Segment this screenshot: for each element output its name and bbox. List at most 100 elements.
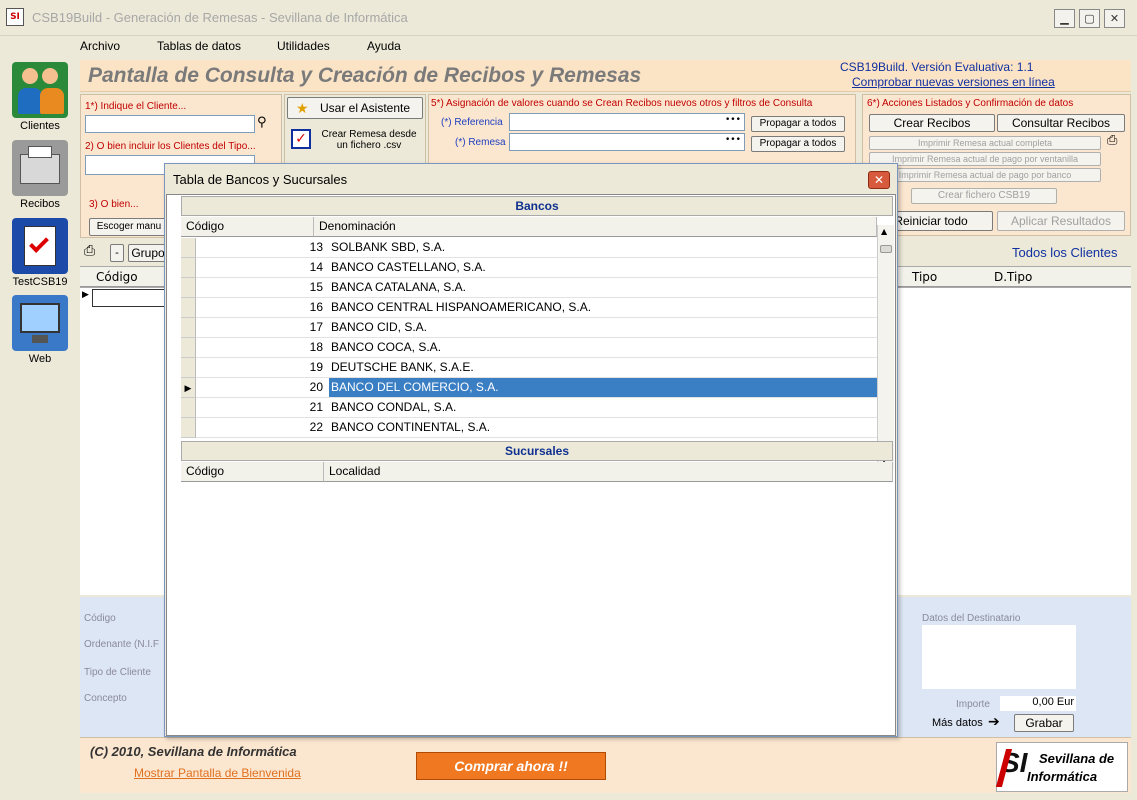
row-indicator[interactable] (181, 338, 196, 358)
destinatario-label: Datos del Destinatario (922, 613, 1021, 624)
imprimir-completa-button[interactable]: Imprimir Remesa actual completa (869, 136, 1101, 150)
row-indicator[interactable]: ▶ (181, 378, 196, 398)
assign-panel: 5*) Asignación de valores cuando se Crea… (428, 94, 856, 166)
imprimir-banco-button[interactable]: Imprimir Remesa actual de pago por banco (869, 168, 1101, 182)
version-label: CSB19Build. Versión Evaluativa: 1.1 (840, 60, 1034, 74)
crear-fichero-button[interactable]: Crear fichero CSB19 (911, 188, 1057, 204)
crear-recibos-button[interactable]: Crear Recibos (869, 114, 995, 132)
banks-col-denominacion[interactable]: Denominación (314, 217, 877, 237)
choose-manual-button[interactable]: Escoger manu (89, 218, 169, 236)
aplicar-button[interactable]: Aplicar Resultados (997, 211, 1125, 231)
scroll-up-icon[interactable]: ▲ (881, 227, 887, 236)
table-row[interactable]: 15 BANCA CATALANA, S.A. (181, 278, 877, 298)
table-row[interactable]: 22 BANCO CONTINENTAL, S.A. (181, 418, 877, 438)
arrow-right-icon[interactable]: ➔ (988, 714, 1000, 730)
remesa-input[interactable] (509, 133, 745, 151)
banks-scrollbar[interactable]: ▲ ▼ (877, 225, 894, 469)
row-indicator[interactable] (181, 358, 196, 378)
row-indicator[interactable] (181, 318, 196, 338)
row-indicator[interactable] (181, 298, 196, 318)
bank-name: BANCO CASTELLANO, S.A. (331, 260, 486, 274)
dialog-close-button[interactable]: ✕ (868, 171, 890, 189)
minus-button[interactable]: - (110, 244, 124, 262)
detail-tipo-cliente-label: Tipo de Cliente (84, 667, 151, 678)
buy-now-button[interactable]: Comprar ahora !! (416, 752, 606, 780)
brand-text-line2: Informática (1027, 769, 1098, 784)
table-row[interactable]: 16 BANCO CENTRAL HISPANOAMERICANO, S.A. (181, 298, 877, 318)
bank-name: DEUTSCHE BANK, S.A.E. (331, 360, 474, 374)
imprimir-ventanilla-button[interactable]: Imprimir Remesa actual de pago por venta… (869, 152, 1101, 166)
importe-value[interactable]: 0,00 Eur (1000, 696, 1076, 711)
window-title: CSB19Build - Generación de Remesas - Sev… (32, 10, 408, 25)
star-icon: ★ (296, 100, 309, 116)
grid-print-icon[interactable]: ⎙ (84, 243, 95, 259)
table-row[interactable]: 13 SOLBANK SBD, S.A. (181, 238, 877, 258)
grid-col-codigo[interactable]: Código (96, 270, 138, 284)
destinatario-box[interactable] (922, 625, 1076, 689)
wizard-button[interactable]: ★ Usar el Asistente (287, 97, 423, 119)
table-row[interactable]: 19 DEUTSCHE BANK, S.A.E. (181, 358, 877, 378)
monitor-icon (12, 295, 68, 351)
row-indicator[interactable] (181, 258, 196, 278)
welcome-link[interactable]: Mostrar Pantalla de Bienvenida (134, 766, 301, 780)
branches-col-localidad[interactable]: Localidad (324, 462, 893, 482)
minimize-button[interactable]: ▁ (1054, 9, 1075, 28)
referencia-input[interactable] (509, 113, 745, 131)
menu-utilidades[interactable]: Utilidades (277, 39, 330, 53)
sidebar-item-testcsb19[interactable]: TestCSB19 (8, 218, 72, 288)
bank-name: BANCO CONTINENTAL, S.A. (331, 420, 491, 434)
menu-archivo[interactable]: Archivo (80, 39, 120, 53)
table-row[interactable]: 17 BANCO CID, S.A. (181, 318, 877, 338)
grabar-button[interactable]: Grabar (1014, 714, 1074, 732)
branches-col-codigo[interactable]: Código (181, 462, 324, 482)
menu-tablas[interactable]: Tablas de datos (157, 39, 241, 53)
remesa-dots[interactable]: ••• (725, 135, 741, 145)
sidebar-item-label: Clientes (20, 120, 60, 132)
maximize-button[interactable]: ▢ (1079, 9, 1100, 28)
row-indicator[interactable] (181, 398, 196, 418)
dialog-body: Bancos Código Denominación 13 SOLBANK SBD… (166, 194, 896, 736)
table-row[interactable]: 21 BANCO CONDAL, S.A. (181, 398, 877, 418)
importe-label: Importe (956, 699, 990, 710)
bank-code: 22 (309, 420, 323, 434)
update-link[interactable]: Comprobar nuevas versiones en línea (852, 75, 1055, 89)
bank-name: BANCO CENTRAL HISPANOAMERICANO, S.A. (331, 300, 592, 314)
mas-datos-label[interactable]: Más datos (932, 717, 983, 729)
referencia-dots[interactable]: ••• (725, 115, 741, 125)
bank-code: 16 (309, 300, 323, 314)
row-indicator[interactable] (181, 238, 196, 258)
consultar-recibos-button[interactable]: Consultar Recibos (997, 114, 1125, 132)
bank-code: 13 (309, 240, 323, 254)
grid-col-tipo[interactable]: Tipo (912, 270, 937, 284)
binoculars-icon[interactable]: ⚲ (257, 115, 267, 130)
banks-section-title: Bancos (181, 196, 893, 216)
sidebar-item-clientes[interactable]: Clientes (8, 62, 72, 132)
sidebar-item-recibos[interactable]: Recibos (8, 140, 72, 210)
client-input[interactable] (85, 115, 255, 133)
printer-icon (12, 140, 68, 196)
grid-col-dtipo[interactable]: D.Tipo (994, 270, 1032, 284)
print-icon[interactable]: ⎙ (1107, 133, 1117, 148)
csv-button-label[interactable]: Crear Remesa desde un fichero .csv (315, 129, 423, 151)
row-indicator[interactable] (181, 278, 196, 298)
group-button[interactable]: Grupo (128, 244, 168, 262)
menu-ayuda[interactable]: Ayuda (367, 39, 401, 53)
sidebar-item-web[interactable]: Web (8, 295, 72, 365)
client-type-label: 2) O bien incluir los Clientes del Tipo.… (85, 141, 256, 152)
title-bar: SI CSB19Build - Generación de Remesas - … (0, 0, 1137, 36)
referencia-label: (*) Referencia (441, 117, 503, 128)
banks-dialog: Tabla de Bancos y Sucursales ✕ Bancos Có… (164, 163, 898, 737)
grid-cell-edit[interactable] (92, 289, 172, 307)
banks-col-codigo[interactable]: Código (181, 217, 314, 237)
table-row[interactable]: ▶ 20 BANCO DEL COMERCIO, S.A. (181, 378, 877, 398)
propagar-remesa-button[interactable]: Propagar a todos (751, 136, 845, 152)
row-indicator[interactable] (181, 418, 196, 438)
table-row[interactable]: 18 BANCO COCA, S.A. (181, 338, 877, 358)
scroll-thumb[interactable] (880, 245, 892, 253)
checkbox-icon[interactable]: ✓ (291, 129, 311, 149)
sidebar-item-label: TestCSB19 (12, 276, 68, 288)
propagar-referencia-button[interactable]: Propagar a todos (751, 116, 845, 132)
close-button[interactable]: ✕ (1104, 9, 1125, 28)
table-row[interactable]: 14 BANCO CASTELLANO, S.A. (181, 258, 877, 278)
detail-codigo-label: Código (84, 613, 116, 624)
